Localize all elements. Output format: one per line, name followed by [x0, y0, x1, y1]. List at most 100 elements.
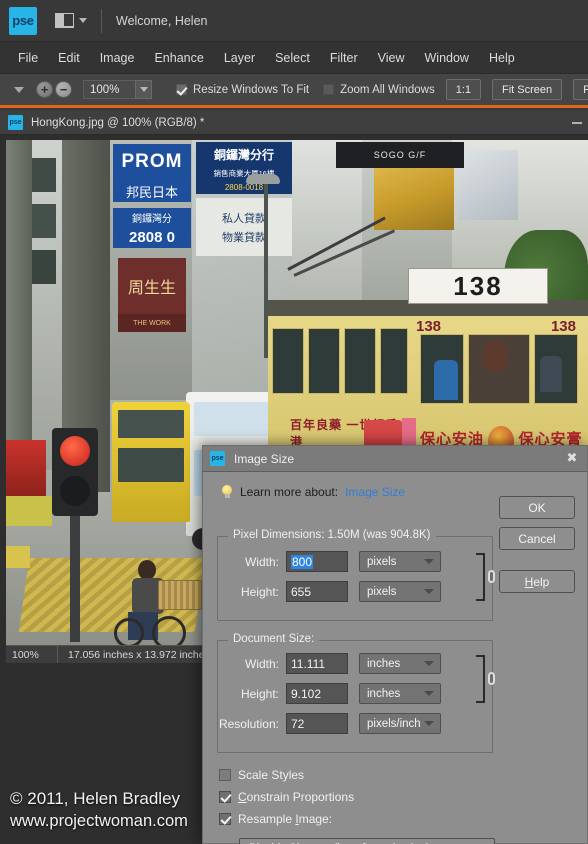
doc-resolution-unit-value: pixels/inch	[367, 717, 421, 730]
document-minimize-button[interactable]	[572, 122, 582, 124]
photo-billboard-grey	[458, 150, 518, 220]
learn-more-link[interactable]: Image Size	[345, 485, 405, 499]
constrain-rest: onstrain Proportions	[246, 790, 355, 804]
fit-screen-button[interactable]: Fit Screen	[492, 79, 563, 100]
close-icon[interactable]: ✖	[565, 451, 579, 465]
checkbox-indicator	[323, 84, 335, 95]
fill-screen-button[interactable]: Fill Screen	[573, 79, 588, 100]
photo-bus-window	[118, 410, 184, 438]
constrain-mnemonic: C	[238, 790, 247, 804]
workspace-switcher-button[interactable]	[55, 13, 87, 28]
photo-traffic-light-pole	[70, 516, 80, 642]
constrain-proportions-checkbox[interactable]: Constrain Proportions	[219, 790, 354, 804]
pixel-height-input[interactable]: 655	[286, 581, 348, 602]
photo-sign-phone: 2808 0	[113, 226, 191, 248]
menu-item-enhance[interactable]: Enhance	[144, 47, 213, 69]
menu-item-window[interactable]: Window	[415, 47, 479, 69]
chevron-down-icon	[139, 87, 148, 92]
menu-item-filter[interactable]: Filter	[320, 47, 368, 69]
help-button[interactable]: Help	[499, 570, 575, 593]
resample-image-checkbox[interactable]: Resample Image:	[219, 812, 332, 826]
doc-resolution-label: Resolution:	[218, 716, 279, 731]
dialog-title-bar[interactable]: pse Image Size ✖	[203, 446, 587, 472]
zoom-level-combobox[interactable]: 100%	[83, 80, 152, 99]
doc-height-input[interactable]: 9.102	[286, 683, 348, 704]
scale-styles-checkbox[interactable]: Scale Styles	[219, 768, 304, 782]
options-expand-chevron-icon[interactable]	[14, 86, 24, 93]
photo-loan-line1: 私人貸款	[222, 212, 266, 225]
resample-image-label: Resample Image:	[238, 812, 332, 826]
titlebar-divider	[101, 8, 102, 33]
help-button-rest: elp	[533, 574, 550, 589]
pixel-width-unit-value: pixels	[367, 555, 397, 568]
doc-height-label: Height:	[240, 686, 279, 701]
menu-item-edit[interactable]: Edit	[48, 47, 90, 69]
doc-resolution-input[interactable]: 72	[286, 713, 348, 734]
chevron-down-icon	[79, 18, 87, 23]
copyright-watermark: © 2011, Helen Bradley www.projectwoman.c…	[10, 787, 188, 833]
pixel-width-unit-dropdown[interactable]: pixels	[359, 551, 441, 572]
pixel-height-unit-dropdown[interactable]: pixels	[359, 581, 441, 602]
ok-button[interactable]: OK	[499, 496, 575, 519]
zoom-out-button[interactable]: −	[55, 81, 72, 98]
doc-width-unit-value: inches	[367, 657, 401, 670]
zoom-in-button[interactable]: +	[36, 81, 53, 98]
doc-constrain-chain-icon	[476, 655, 498, 703]
menu-item-image[interactable]: Image	[90, 47, 145, 69]
document-size-group: Document Size: Width: 11.111 inches Heig…	[217, 633, 495, 753]
resize-windows-to-fit-checkbox[interactable]: Resize Windows To Fit	[176, 84, 309, 96]
dialog-pse-icon: pse	[210, 451, 225, 466]
photo-sign-wan: 銅鑼灣分	[113, 208, 191, 226]
pixel-width-input[interactable]: 800	[286, 551, 348, 572]
doc-width-value: 11.111	[291, 656, 326, 671]
photo-sign-sogo: SOGO G/F	[336, 142, 464, 168]
pixel-height-label: Height:	[240, 584, 279, 599]
menu-item-layer[interactable]: Layer	[214, 47, 265, 69]
resample-rest: mage:	[298, 812, 333, 826]
lightbulb-icon	[221, 485, 233, 499]
zoom-level-value[interactable]: 100%	[83, 80, 135, 99]
resample-method-dropdown[interactable]: Bicubic Sharper (best for reduction)	[239, 838, 495, 844]
photoshop-elements-window: pse Welcome, Helen File Edit Image Enhan…	[0, 0, 588, 844]
doc-height-unit-value: inches	[367, 687, 401, 700]
pixel-dimensions-group: Pixel Dimensions: 1.50M (was 904.8K) Wid…	[217, 529, 495, 621]
doc-width-row: Width: 11.111 inches	[210, 653, 441, 674]
checkbox-indicator	[219, 769, 231, 781]
image-size-dialog: pse Image Size ✖ Learn more about: Image…	[202, 445, 588, 844]
pixel-height-row: Height: 655 pixels	[210, 581, 441, 602]
cancel-button[interactable]: Cancel	[499, 527, 575, 550]
zoom-all-windows-checkbox[interactable]: Zoom All Windows	[323, 84, 435, 96]
dialog-title: Image Size	[234, 451, 295, 466]
photo-loan-line2: 物業貸款	[222, 231, 266, 244]
menu-item-select[interactable]: Select	[265, 47, 320, 69]
pixel-dimensions-label: Pixel Dimensions: 1.50M (was 904.8K)	[228, 529, 436, 541]
doc-height-unit-dropdown[interactable]: inches	[359, 683, 441, 704]
watermark-line-2: www.projectwoman.com	[10, 812, 188, 830]
tool-options-bar: + − 100% Resize Windows To Fit Zoom All …	[0, 74, 588, 108]
photo-sign-jp: 邦民日本	[113, 180, 191, 202]
menu-item-file[interactable]: File	[8, 47, 48, 69]
chain-link-icon	[488, 672, 495, 685]
chevron-down-icon	[424, 589, 434, 594]
document-tab-title[interactable]: HongKong.jpg @ 100% (RGB/8) *	[31, 117, 204, 129]
help-button-mnemonic: H	[524, 574, 534, 589]
resize-windows-to-fit-label: Resize Windows To Fit	[193, 83, 310, 96]
menu-item-help[interactable]: Help	[479, 47, 525, 69]
photo-bicycle-basket	[158, 580, 202, 610]
doc-resolution-row: Resolution: 72 pixels/inch	[210, 713, 441, 734]
welcome-message: Welcome, Helen	[116, 13, 208, 28]
menu-item-view[interactable]: View	[368, 47, 415, 69]
photo-bicycle-wheel	[152, 616, 186, 645]
photo-window	[32, 250, 56, 284]
document-pse-icon: pse	[8, 115, 23, 130]
photo-sign-prom: PROM	[113, 144, 191, 180]
status-zoom-level[interactable]: 100%	[6, 646, 58, 663]
doc-resolution-unit-dropdown[interactable]: pixels/inch	[359, 713, 441, 734]
doc-width-unit-dropdown[interactable]: inches	[359, 653, 441, 674]
photo-tram-number-right: 138	[550, 318, 576, 335]
zoom-level-dropdown-arrow[interactable]	[135, 80, 152, 99]
actual-pixels-button[interactable]: 1:1	[445, 79, 481, 100]
doc-width-input[interactable]: 11.111	[286, 653, 348, 674]
photo-traffic-light-off	[60, 476, 90, 506]
workspace-layout-icon	[55, 13, 74, 28]
